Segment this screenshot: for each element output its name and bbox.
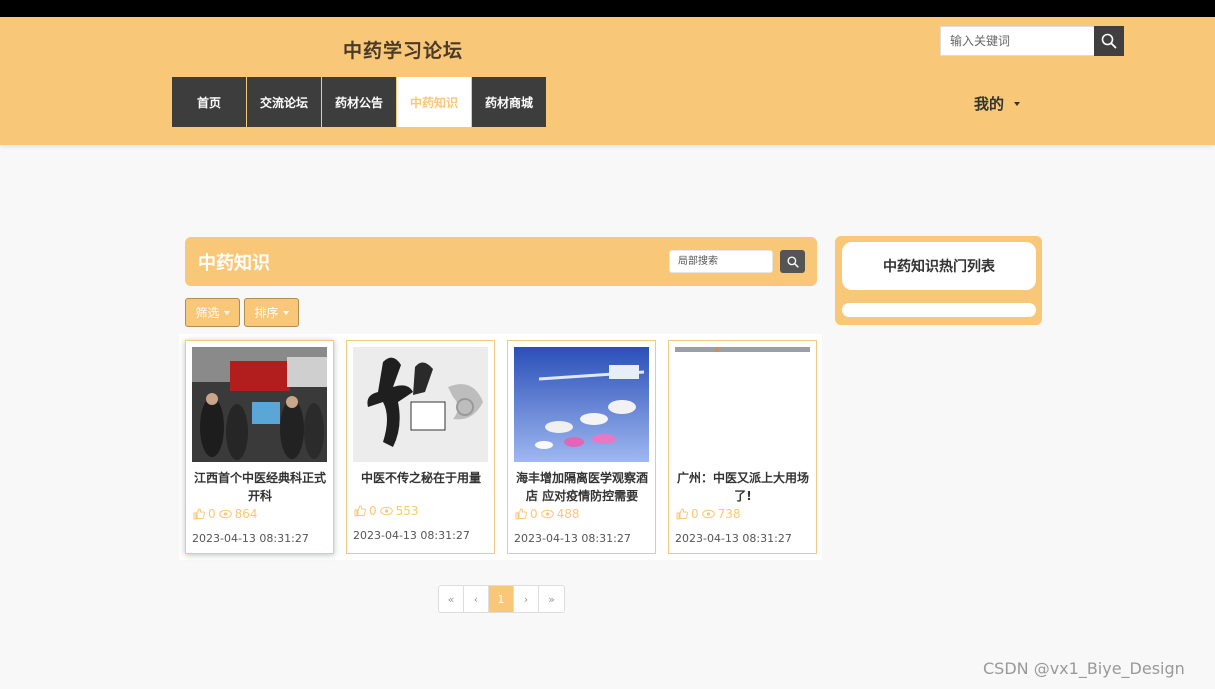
sort-label: 排序 xyxy=(254,306,279,320)
nav-forum[interactable]: 交流论坛 xyxy=(247,77,322,127)
nav-announcements[interactable]: 药材公告 xyxy=(322,77,397,127)
like-count: 0 xyxy=(530,507,538,521)
global-search xyxy=(940,26,1124,56)
top-black-bar xyxy=(0,0,1215,17)
article-stats: 0 738 xyxy=(676,507,741,521)
eye-icon xyxy=(701,509,715,519)
filter-label: 筛选 xyxy=(195,306,220,320)
chevron-down-icon xyxy=(223,310,230,315)
article-card[interactable]: 海丰增加隔离医学观察酒店 应对疫情防控需要 0 488 2023-04-13 0… xyxy=(507,340,656,554)
article-title[interactable]: 海丰增加隔离医学观察酒店 应对疫情防控需要 xyxy=(514,469,650,505)
article-date: 2023-04-13 08:31:27 xyxy=(353,529,470,542)
article-date: 2023-04-13 08:31:27 xyxy=(192,532,309,545)
site-title: 中药学习论坛 xyxy=(343,40,464,62)
view-count: 553 xyxy=(395,504,419,518)
thumbs-up-icon xyxy=(354,505,366,517)
page-next-button[interactable]: › xyxy=(514,586,539,612)
search-button[interactable] xyxy=(1094,26,1124,56)
section-header: 中药知识 xyxy=(185,237,817,286)
view-count: 864 xyxy=(234,507,258,521)
like-count: 0 xyxy=(208,507,216,521)
article-card[interactable]: 江西首个中医经典科正式开科 0 864 2023-04-13 08:31:27 xyxy=(185,340,334,554)
article-title[interactable]: 中医不传之秘在于用量 xyxy=(353,469,489,487)
page-first-button[interactable]: « xyxy=(439,586,464,612)
thumbs-up-icon xyxy=(193,508,205,520)
search-icon xyxy=(786,255,799,268)
eye-icon xyxy=(379,506,393,516)
thumbs-up-icon xyxy=(676,508,688,520)
user-menu-label: 我的 xyxy=(974,95,1005,113)
pagination: « ‹ 1 › » xyxy=(438,585,565,613)
page-prev-button[interactable]: ‹ xyxy=(464,586,489,612)
article-stats: 0 864 xyxy=(193,507,258,521)
article-thumbnail xyxy=(353,347,488,462)
eye-icon xyxy=(540,509,554,519)
sort-button[interactable]: 排序 xyxy=(244,298,299,327)
view-count: 738 xyxy=(717,507,741,521)
site-header: 中药学习论坛 首页 交流论坛 药材公告 中药知识 药材商城 我的 xyxy=(0,17,1215,145)
search-input[interactable] xyxy=(940,26,1094,56)
hot-list-title: 中药知识热门列表 xyxy=(842,242,1036,290)
article-stats: 0 488 xyxy=(515,507,580,521)
like-count: 0 xyxy=(691,507,699,521)
section-title: 中药知识 xyxy=(198,253,270,274)
hot-list xyxy=(842,303,1036,317)
eye-icon xyxy=(218,509,232,519)
article-card[interactable]: 中医不传之秘在于用量 0 553 2023-04-13 08:31:27 xyxy=(346,340,495,554)
search-icon xyxy=(1101,33,1117,49)
main-nav: 首页 交流论坛 药材公告 中药知识 药材商城 xyxy=(172,77,547,127)
article-thumbnail xyxy=(192,347,327,462)
article-title[interactable]: 江西首个中医经典科正式开科 xyxy=(192,469,328,505)
like-count: 0 xyxy=(369,504,377,518)
article-stats: 0 553 xyxy=(354,504,419,518)
user-menu-dropdown[interactable]: 我的 xyxy=(974,93,1021,114)
article-card[interactable]: 广州：中医又派上大用场了! 0 738 2023-04-13 08:31:27 xyxy=(668,340,817,554)
page-last-button[interactable]: » xyxy=(539,586,564,612)
nav-knowledge[interactable]: 中药知识 xyxy=(397,77,472,127)
article-title[interactable]: 广州：中医又派上大用场了! xyxy=(675,469,811,505)
thumbs-up-icon xyxy=(515,508,527,520)
watermark: CSDN @vx1_Biye_Design xyxy=(983,659,1185,678)
view-count: 488 xyxy=(556,507,580,521)
article-date: 2023-04-13 08:31:27 xyxy=(675,532,792,545)
chevron-down-icon xyxy=(282,310,289,315)
filter-button[interactable]: 筛选 xyxy=(185,298,240,327)
chevron-down-icon xyxy=(1014,101,1021,106)
hot-list-sidebar: 中药知识热门列表 xyxy=(835,236,1042,325)
page-current-button[interactable]: 1 xyxy=(489,586,514,612)
nav-shop[interactable]: 药材商城 xyxy=(472,77,547,127)
article-date: 2023-04-13 08:31:27 xyxy=(514,532,631,545)
article-thumbnail xyxy=(675,347,810,462)
local-search-button[interactable] xyxy=(780,250,805,273)
article-thumbnail xyxy=(514,347,649,462)
nav-home[interactable]: 首页 xyxy=(172,77,247,127)
local-search-input[interactable] xyxy=(669,250,773,273)
